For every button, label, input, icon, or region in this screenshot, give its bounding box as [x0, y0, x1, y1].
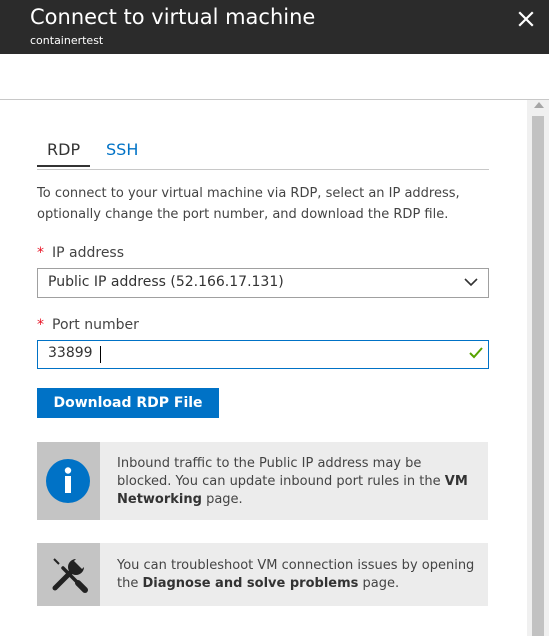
notice-text-end: page. [201, 492, 243, 507]
text-cursor [100, 346, 101, 363]
notice-text-end: page. [358, 576, 400, 591]
required-marker: * [37, 317, 44, 333]
command-bar [0, 54, 549, 100]
port-number-label-text: Port number [52, 317, 139, 333]
port-number-field[interactable]: 33899 [37, 340, 489, 369]
download-rdp-button[interactable]: Download RDP File [37, 388, 219, 418]
checkmark-icon [469, 347, 483, 359]
tools-icon [52, 557, 88, 593]
ip-address-selected: Public IP address (52.166.17.131) [48, 274, 284, 290]
blade-content: RDP SSH To connect to your virtual machi… [0, 100, 527, 636]
troubleshoot-notice-text: You can troubleshoot VM connection issue… [117, 557, 477, 593]
close-icon [518, 11, 534, 27]
notice-text: Inbound traffic to the Public IP address… [117, 456, 445, 489]
required-marker: * [37, 245, 44, 261]
tab-ssh[interactable]: SSH [96, 140, 148, 165]
instructions-text: To connect to your virtual machine via R… [37, 186, 460, 222]
ip-address-label: * IP address [37, 245, 124, 261]
blade-subtitle: containertest [30, 34, 104, 47]
scroll-up-icon[interactable] [534, 102, 544, 108]
close-button[interactable] [513, 6, 539, 32]
blade-title: Connect to virtual machine [30, 5, 316, 29]
notice-icon-box [37, 442, 100, 520]
ip-address-dropdown[interactable]: Public IP address (52.166.17.131) [37, 268, 489, 298]
port-number-label: * Port number [37, 317, 139, 333]
blade-header: Connect to virtual machine containertest [0, 0, 549, 54]
networking-notice: Inbound traffic to the Public IP address… [37, 442, 488, 520]
notice-icon-box [37, 543, 100, 606]
port-number-value: 33899 [48, 345, 93, 361]
connection-tabs: RDP SSH [37, 139, 489, 170]
info-icon [46, 459, 90, 503]
troubleshoot-notice: You can troubleshoot VM connection issue… [37, 543, 488, 606]
diagnose-label: Diagnose and solve problems [142, 576, 359, 591]
vertical-scrollbar[interactable] [527, 100, 549, 636]
scrollbar-thumb[interactable] [532, 116, 544, 636]
chevron-down-icon [464, 278, 478, 287]
tab-rdp[interactable]: RDP [37, 140, 91, 167]
networking-notice-text: Inbound traffic to the Public IP address… [117, 455, 477, 509]
ip-address-label-text: IP address [52, 245, 125, 261]
